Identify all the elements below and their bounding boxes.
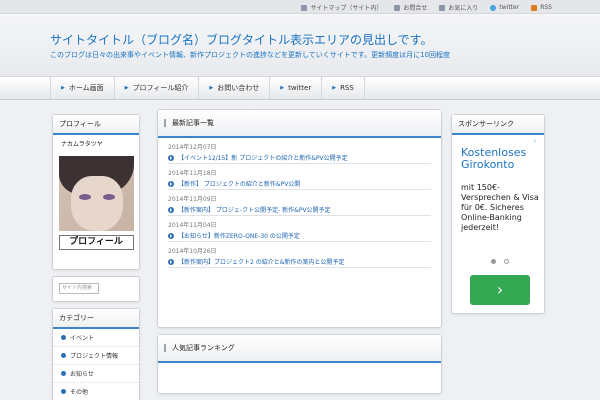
sponsor-box: スポンサーリンク i Kostenloses Girokonto mit 150…: [451, 114, 545, 314]
arrow-circle-icon: [168, 232, 174, 239]
top-link-bookmark[interactable]: お気に入り: [439, 3, 478, 12]
arrow-right-icon: ▶: [280, 85, 285, 91]
post-date: 2014年12月07日: [168, 144, 217, 151]
arrow-right-icon: ▶: [332, 85, 337, 91]
post-link[interactable]: 【新作】 プロジェクトの紹介と新作&PV公開: [168, 178, 431, 190]
sitemap-icon: [301, 4, 308, 11]
top-bar: サイトマップ（サイト内） お問合せ お気に入り twitter RSS: [0, 0, 600, 14]
category-item[interactable]: お知らせ: [53, 365, 139, 383]
heading-icon: [164, 344, 169, 352]
ad-headline[interactable]: Kostenloses Girokonto: [461, 147, 541, 171]
post-date: 2014年11月18日: [168, 170, 217, 177]
dot-icon[interactable]: [491, 259, 496, 264]
post-entry: 2014年10月26日 【新作案内】プロジェクト2 の紹介と&新作の案内と公開予…: [158, 242, 441, 268]
category-item[interactable]: その他: [53, 383, 139, 400]
nav-item-twitter[interactable]: ▶ twitter: [270, 77, 323, 99]
rss-icon: [531, 4, 538, 11]
left-sidebar: プロフィール ナカムラタツヤ プロフィール サイト内検索 カテゴリー イベント …: [52, 114, 140, 400]
top-link-contact[interactable]: お問合せ: [394, 3, 427, 12]
bookmark-icon: [439, 4, 446, 11]
arrow-right-icon: ▶: [209, 85, 214, 91]
ad-info-icon[interactable]: i: [530, 139, 540, 147]
ad-cta-button[interactable]: ›: [470, 275, 530, 305]
site-description: このブログは日々の出来事やイベント情報、新作プロジェクトの進捗などを更新していく…: [50, 51, 450, 59]
category-item[interactable]: イベント: [53, 329, 139, 347]
profile-button[interactable]: プロフィール: [58, 235, 134, 250]
bullet-icon: [61, 389, 66, 394]
dot-icon[interactable]: [504, 259, 509, 264]
main-nav: ▶ ホーム画面 ▶ プロフィール紹介 ▶ お問い合わせ ▶ twitter ▶ RSS: [0, 76, 600, 100]
recent-posts-box: 最新記事一覧 2014年12月07日 【イベント12/15】新 プロジェクトの紹…: [157, 109, 442, 328]
arrow-right-icon: ▶: [124, 85, 129, 91]
nav-item-contact[interactable]: ▶ お問い合わせ: [199, 77, 271, 99]
arrow-circle-icon: [168, 206, 174, 213]
popular-posts-header: 人気記事ランキング: [158, 335, 441, 363]
nav-item-rss[interactable]: ▶ RSS: [322, 77, 365, 99]
top-links: サイトマップ（サイト内） お問合せ お気に入り twitter RSS: [301, 3, 552, 12]
category-item[interactable]: プロジェクト情報: [53, 347, 139, 365]
arrow-circle-icon: [168, 180, 174, 187]
sponsor-header: スポンサーリンク: [452, 115, 544, 135]
heading-icon: [164, 119, 169, 127]
right-sidebar: スポンサーリンク i Kostenloses Girokonto mit 150…: [451, 114, 545, 314]
recent-posts-header: 最新記事一覧: [158, 110, 441, 138]
top-link-twitter[interactable]: twitter: [490, 3, 519, 12]
nav-item-home[interactable]: ▶ ホーム画面: [51, 77, 115, 99]
ad-text: mit 150€-Versprechen & Visa für 0€. Sich…: [461, 183, 539, 232]
post-date: 2014年11月09日: [168, 196, 217, 203]
bullet-icon: [61, 335, 66, 340]
search-input[interactable]: サイト内検索: [59, 283, 99, 294]
site-title[interactable]: サイトタイトル（ブログ名）ブログタイトル表示エリアの見出しです。: [50, 31, 432, 48]
post-date: 2014年10月26日: [168, 248, 217, 255]
bullet-icon: [61, 353, 66, 358]
ad-banner[interactable]: i Kostenloses Girokonto mit 150€-Verspre…: [458, 139, 540, 309]
site-header: サイトタイトル（ブログ名）ブログタイトル表示エリアの見出しです。 このブログは日…: [0, 14, 600, 76]
post-link[interactable]: 【お知らせ】新作ZERO-ONE-30 の公開予定: [168, 230, 431, 242]
profile-avatar[interactable]: [58, 156, 134, 231]
main-content: 最新記事一覧 2014年12月07日 【イベント12/15】新 プロジェクトの紹…: [157, 109, 442, 394]
profile-box-header: プロフィール: [53, 115, 139, 135]
arrow-right-icon: ▶: [61, 85, 65, 91]
post-entry: 2014年12月07日 【イベント12/15】新 プロジェクトの紹介と新作&PV…: [158, 138, 441, 164]
post-link[interactable]: 【新作案内】プロジェクト2 の紹介と&新作の案内と公開予定: [168, 256, 431, 268]
post-entry: 2014年11月09日 【新作案内】 プロジェ-クト公開予定- 新作&PV公開予…: [158, 190, 441, 216]
popular-posts-box: 人気記事ランキング: [157, 334, 442, 394]
post-entry: 2014年11月18日 【新作】 プロジェクトの紹介と新作&PV公開: [158, 164, 441, 190]
nav-item-profile[interactable]: ▶ プロフィール紹介: [115, 77, 200, 99]
arrow-circle-icon: [168, 258, 174, 265]
post-link[interactable]: 【新作案内】 プロジェ-クト公開予定- 新作&PV公開予定: [168, 204, 431, 216]
search-box: サイト内検索: [52, 276, 140, 302]
profile-name: ナカムラタツヤ: [61, 141, 103, 148]
categories-box: カテゴリー イベント プロジェクト情報 お知らせ その他: [52, 308, 140, 400]
ad-pagination: [491, 259, 509, 264]
arrow-circle-icon: [168, 154, 174, 161]
bullet-icon: [61, 371, 66, 376]
mail-icon: [394, 4, 401, 11]
top-link-rss[interactable]: RSS: [531, 3, 552, 12]
post-link[interactable]: 【イベント12/15】新 プロジェクトの紹介と新作&PV公開予定: [168, 152, 431, 164]
post-date: 2014年11月04日: [168, 222, 217, 229]
post-entry: 2014年11月04日 【お知らせ】新作ZERO-ONE-30 の公開予定: [158, 216, 441, 242]
categories-header: カテゴリー: [53, 309, 139, 329]
twitter-icon: [490, 4, 497, 11]
top-link-sitemap[interactable]: サイトマップ（サイト内）: [301, 3, 382, 12]
profile-box: プロフィール ナカムラタツヤ プロフィール: [52, 114, 140, 270]
